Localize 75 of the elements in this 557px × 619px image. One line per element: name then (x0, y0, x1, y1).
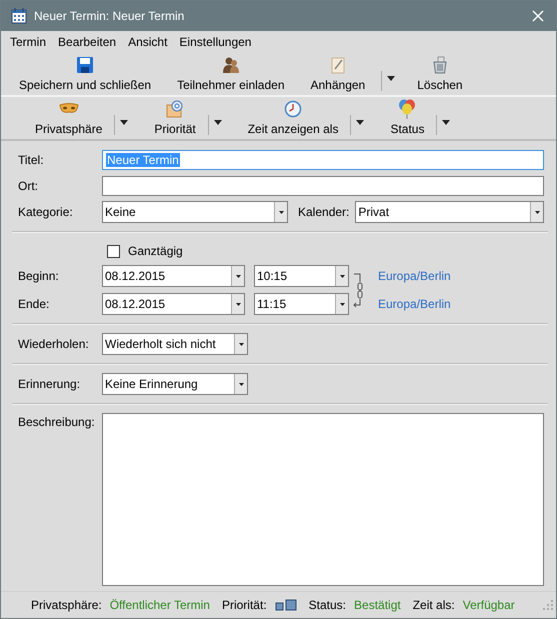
caret-icon[interactable] (356, 120, 364, 125)
caret-icon[interactable] (442, 120, 450, 125)
toolbar-button[interactable]: Löschen (411, 55, 469, 95)
menu-item[interactable]: Termin (10, 35, 46, 49)
reminder-dropdown[interactable]: Keine Erinnerung (102, 373, 248, 395)
status-label: Status: (308, 598, 346, 612)
caret-icon[interactable] (238, 382, 244, 386)
field-label: Ort: (18, 179, 39, 193)
dropdown-button[interactable] (335, 266, 348, 286)
field-label: Kalender: (298, 205, 350, 219)
menu-item[interactable]: Ansicht (128, 35, 168, 49)
balloons-icon (398, 99, 416, 119)
resize-grip-icon[interactable] (543, 600, 553, 610)
toolbar-button[interactable]: Speichern und schließen (13, 55, 158, 95)
link-icon[interactable] (352, 272, 364, 308)
status-value: Öffentlicher Termin (110, 598, 210, 612)
status-label: Priorität: (222, 598, 267, 612)
clock-icon (284, 99, 302, 119)
caret-icon[interactable] (340, 302, 344, 306)
category-dropdown[interactable]: Keine (102, 201, 288, 223)
time-field[interactable]: 10:15 (254, 265, 349, 287)
caret-icon[interactable] (340, 274, 344, 278)
date-field[interactable]: 08.12.2015 (102, 293, 245, 315)
window-title: Neuer Termin: Neuer Termin (34, 9, 186, 23)
field-label: Beginn: (18, 269, 60, 283)
menu-item[interactable]: Bearbeiten (58, 35, 116, 49)
location-field[interactable] (102, 176, 544, 196)
status-value: Verfügbar (462, 598, 515, 612)
field-label: Kategorie: (18, 205, 74, 219)
dropdown-button[interactable] (234, 374, 247, 394)
timezone-link[interactable]: Europa/Berlin (378, 269, 544, 283)
field-label: Ende: (18, 297, 50, 311)
status-label: Zeit als: (412, 598, 455, 612)
caret-icon[interactable] (387, 76, 396, 81)
calendar-icon (11, 8, 27, 24)
time-field[interactable]: 11:15 (254, 293, 349, 315)
close-icon[interactable] (532, 10, 544, 22)
envelope-icon (166, 99, 184, 119)
menu-item[interactable]: Einstellungen (179, 35, 252, 49)
status-value: Bestätigt (354, 598, 401, 612)
toolbar-button[interactable]: Privatsphäre (25, 99, 112, 139)
checkbox-label: Ganztägig (128, 244, 183, 258)
toolbar-button[interactable]: Zeit anzeigen als (238, 99, 348, 139)
dropdown-button[interactable] (274, 202, 287, 222)
dropdown-button[interactable] (231, 266, 244, 286)
toolbar-button[interactable]: Anhängen (304, 55, 372, 95)
repeat-dropdown[interactable]: Wiederholt sich nicht (102, 333, 248, 355)
dropdown-button[interactable] (231, 294, 244, 314)
document-icon (330, 55, 346, 75)
checkbox[interactable] (107, 244, 120, 258)
field-label: Erinnerung: (18, 377, 82, 391)
toolbar-button[interactable]: Teilnehmer einladen (171, 55, 290, 95)
caret-icon[interactable] (278, 210, 284, 214)
dropdown-button[interactable] (234, 334, 247, 354)
caret-icon[interactable] (236, 302, 240, 306)
field-label: Wiederholen: (18, 337, 90, 351)
caret-icon[interactable] (238, 342, 244, 346)
caret-icon[interactable] (236, 274, 240, 278)
description-field[interactable] (102, 413, 544, 586)
people-icon (222, 55, 240, 75)
field-label: Beschreibung: (18, 415, 96, 429)
status-label: Privatsphäre: (31, 598, 102, 612)
timezone-link[interactable]: Europa/Berlin (378, 297, 544, 311)
date-field[interactable]: 08.12.2015 (102, 265, 245, 287)
trash-icon (430, 55, 449, 75)
dropdown-button[interactable] (530, 202, 543, 222)
toolbar-button[interactable]: Priorität (144, 99, 206, 139)
toolbar-button[interactable]: Status (380, 99, 434, 139)
caret-icon[interactable] (534, 210, 540, 214)
calendar-dropdown[interactable]: Privat (355, 201, 544, 223)
caret-icon[interactable] (214, 120, 222, 125)
field-label: Titel: (18, 153, 45, 167)
caret-icon[interactable] (120, 120, 128, 125)
priority-icon (274, 599, 297, 611)
dropdown-button[interactable] (335, 294, 348, 314)
